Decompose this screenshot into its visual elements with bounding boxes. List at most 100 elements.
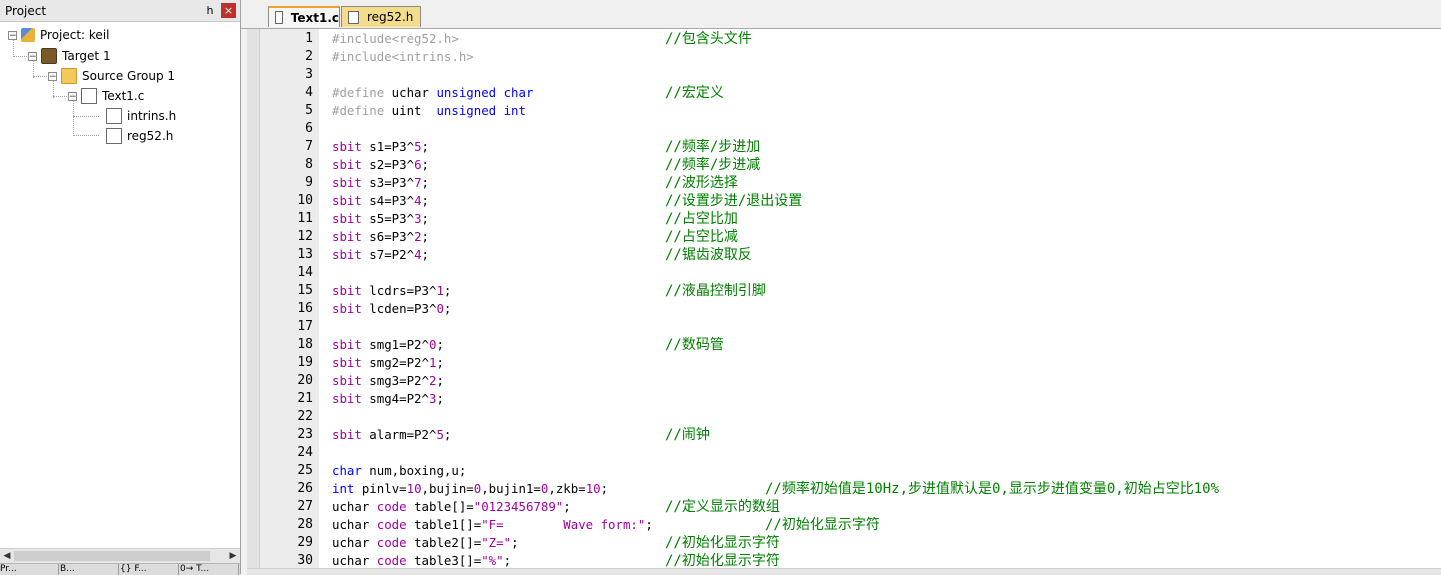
tree-item-label: reg52.h: [127, 129, 174, 143]
panel-bottom-tabs: Pr... B... {} F... 0→ T...: [0, 563, 240, 575]
code-comment: //初始化显示字符: [665, 553, 780, 568]
tab-project[interactable]: Pr...: [0, 564, 59, 575]
tree-item-target[interactable]: − Target 1: [28, 47, 111, 65]
line-number: 20: [297, 373, 313, 388]
tree-item-label: intrins.h: [127, 109, 177, 123]
folder-icon: [61, 68, 77, 84]
project-panel: Project հ × − Project: keil − Target 1 −…: [0, 0, 241, 575]
close-panel-button[interactable]: ×: [221, 3, 236, 18]
code-comment: //设置步进/退出设置: [665, 193, 803, 209]
code-comment: //闹钟: [665, 427, 710, 443]
code-line[interactable]: sbit smg1=P2^0;: [332, 336, 444, 354]
code-line[interactable]: #include<reg52.h>: [332, 30, 459, 48]
code-line[interactable]: #define uchar unsigned char: [332, 84, 533, 102]
tree-item-label: Text1.c: [102, 89, 145, 103]
code-line[interactable]: uchar code table[]="0123456789";: [332, 498, 571, 516]
code-line[interactable]: sbit smg2=P2^1;: [332, 354, 444, 372]
file-tab-strip: Text1.c reg52.h: [241, 0, 1441, 29]
code-comment: //锯齿波取反: [665, 247, 752, 263]
tab-books[interactable]: B...: [60, 564, 119, 575]
code-line[interactable]: sbit lcden=P3^0;: [332, 300, 451, 318]
line-number: 10: [297, 193, 313, 208]
tree-item-project[interactable]: − Project: keil: [8, 26, 110, 44]
code-line[interactable]: sbit s5=P3^3;: [332, 210, 429, 228]
line-number: 6: [305, 121, 313, 136]
tab-text1-c[interactable]: Text1.c: [268, 6, 340, 27]
code-comment: //波形选择: [665, 175, 738, 191]
code-editor[interactable]: #include<reg52.h> //包含头文件 #include<intrins…: [247, 29, 1441, 568]
tree-item-label: Source Group 1: [82, 69, 176, 83]
code-line[interactable]: #define uint unsigned int: [332, 102, 526, 120]
line-number: 1: [305, 31, 313, 46]
line-number: 23: [297, 427, 313, 442]
pin-icon[interactable]: հ: [203, 4, 217, 18]
tree-item-label: Project: keil: [40, 28, 110, 42]
tree-item-text1-c[interactable]: − Text1.c: [68, 87, 144, 105]
code-line[interactable]: uchar code table2[]="Z=";: [332, 534, 519, 552]
code-line[interactable]: uchar code table1[]="F= Wave form:";: [332, 516, 653, 534]
scroll-right-icon[interactable]: ▶: [226, 549, 240, 563]
line-number: 7: [305, 139, 313, 154]
tree-item-source-group[interactable]: − Source Group 1: [48, 67, 175, 85]
scrollbar-thumb[interactable]: [14, 551, 210, 561]
line-number: 28: [297, 517, 313, 532]
collapse-icon[interactable]: −: [68, 91, 77, 101]
collapse-icon[interactable]: −: [8, 30, 17, 40]
tree-item-reg52-h[interactable]: reg52.h: [106, 127, 173, 145]
tab-functions[interactable]: {} F...: [120, 564, 179, 575]
line-number: 8: [305, 157, 313, 172]
code-line[interactable]: sbit s2=P3^6;: [332, 156, 429, 174]
tab-label: reg52.h: [367, 10, 414, 24]
line-number: 17: [297, 319, 313, 334]
line-number: 11: [297, 211, 313, 226]
line-number: 2: [305, 49, 313, 64]
line-number: 26: [297, 481, 313, 496]
code-line[interactable]: sbit lcdrs=P3^1;: [332, 282, 451, 300]
file-icon: [275, 11, 283, 24]
code-line[interactable]: sbit smg3=P2^2;: [332, 372, 444, 390]
code-comment: //数码管: [665, 337, 724, 353]
code-line[interactable]: sbit s7=P2^4;: [332, 246, 429, 264]
project-panel-header: Project հ ×: [0, 0, 240, 22]
code-comment: //频率/步进减: [665, 157, 761, 173]
line-number: 27: [297, 499, 313, 514]
target-icon: [41, 48, 57, 64]
tree-item-intrins-h[interactable]: intrins.h: [106, 107, 176, 125]
line-number: 18: [297, 337, 313, 352]
line-number: 15: [297, 283, 313, 298]
code-line[interactable]: sbit alarm=P2^5;: [332, 426, 451, 444]
file-icon: [106, 108, 122, 124]
line-number: 16: [297, 301, 313, 316]
line-number: 21: [297, 391, 313, 406]
line-number: 24: [297, 445, 313, 460]
code-comment: //占空比加: [665, 211, 738, 227]
file-icon: [348, 10, 359, 24]
line-number: 29: [297, 535, 313, 550]
code-line[interactable]: #include<intrins.h>: [332, 48, 474, 66]
tree-item-label: Target 1: [62, 49, 111, 63]
code-line[interactable]: sbit s6=P3^2;: [332, 228, 429, 246]
tab-reg52-h[interactable]: reg52.h: [341, 6, 421, 27]
code-line[interactable]: sbit s4=P3^4;: [332, 192, 429, 210]
code-comment: //包含头文件: [665, 31, 752, 47]
scroll-left-icon[interactable]: ◀: [0, 549, 14, 563]
horizontal-scrollbar[interactable]: ◀ ▶: [0, 548, 240, 563]
project-tree: − Project: keil − Target 1 − Source Grou…: [0, 22, 240, 542]
collapse-icon[interactable]: −: [28, 51, 37, 61]
code-comment: //占空比减: [665, 229, 738, 245]
code-line[interactable]: char num,boxing,u;: [332, 462, 466, 480]
code-comment: //液晶控制引脚: [665, 283, 766, 299]
line-number: 13: [297, 247, 313, 262]
code-line[interactable]: uchar code table3[]="%";: [332, 552, 511, 568]
code-line[interactable]: int pinlv=10,bujin=0,bujin1=0,zkb=10;: [332, 480, 608, 498]
line-number: 12: [297, 229, 313, 244]
code-comment: //频率初始值是10Hz,步进值默认是0,显示步进值变量0,初始占空比10%: [765, 481, 1220, 497]
code-line[interactable]: sbit s3=P3^7;: [332, 174, 429, 192]
code-comment: //初始化显示字符: [765, 517, 880, 533]
code-line[interactable]: sbit smg4=P2^3;: [332, 390, 444, 408]
project-icon: [21, 28, 35, 42]
code-line[interactable]: sbit s1=P3^5;: [332, 138, 429, 156]
line-number: 30: [297, 553, 313, 568]
collapse-icon[interactable]: −: [48, 71, 57, 81]
tab-templates[interactable]: 0→ T...: [180, 564, 239, 575]
